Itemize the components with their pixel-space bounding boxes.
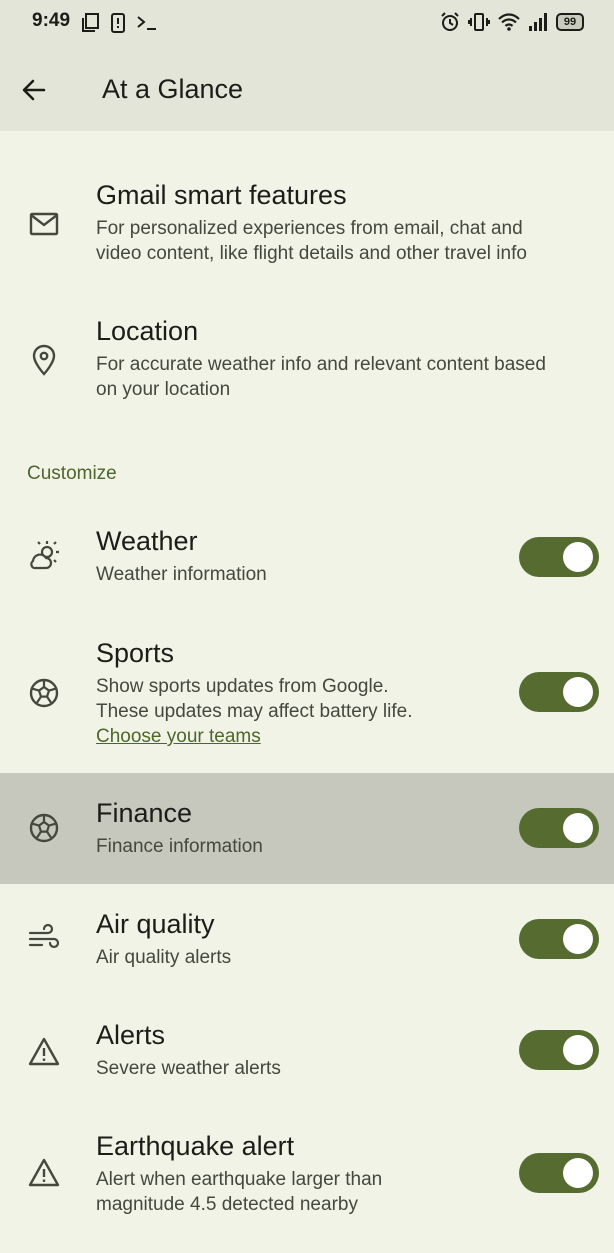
- item-subtitle: magnitude 4.5 detected nearby: [96, 1194, 358, 1215]
- weather-icon: [30, 541, 59, 570]
- item-subtitle: For accurate weather info and relevant c…: [96, 354, 546, 375]
- item-subtitle: Show sports updates from Google.: [96, 676, 389, 697]
- status-bar: 9:49 99: [0, 0, 614, 48]
- wind-icon: [28, 923, 60, 949]
- sports-item[interactable]: Sports Show sports updates from Google. …: [0, 622, 614, 762]
- toggle-knob: [563, 1158, 593, 1188]
- finance-toggle[interactable]: [519, 808, 599, 848]
- item-title: Finance: [96, 798, 193, 828]
- page-title: At a Glance: [102, 74, 244, 104]
- item-title: Weather: [96, 526, 198, 556]
- air-quality-toggle[interactable]: [519, 919, 599, 959]
- item-title: Air quality: [96, 909, 215, 939]
- item-subtitle: Alert when earthquake larger than: [96, 1169, 383, 1190]
- soccer-ball-icon: [29, 813, 59, 843]
- toggle-knob: [563, 813, 593, 843]
- mail-icon: [29, 212, 59, 236]
- back-arrow-icon[interactable]: [18, 74, 50, 106]
- item-subtitle: video content, like flight details and o…: [96, 243, 527, 264]
- status-right-icons: 99: [440, 12, 584, 32]
- item-title: Location: [96, 316, 199, 346]
- app-bar: At a Glance: [0, 48, 614, 131]
- location-pin-icon: [32, 344, 56, 376]
- item-subtitle: on your location: [96, 379, 231, 400]
- section-header-customize: Customize: [27, 463, 117, 484]
- toggle-knob: [563, 542, 593, 572]
- item-subtitle: For personalized experiences from email,…: [96, 218, 523, 239]
- status-left-icons: [82, 13, 158, 33]
- soccer-ball-icon: [29, 678, 59, 708]
- sports-toggle[interactable]: [519, 672, 599, 712]
- item-subtitle: Weather information: [96, 564, 267, 585]
- item-subtitle: Air quality alerts: [96, 947, 232, 968]
- toggle-knob: [563, 677, 593, 707]
- vibrate-icon: [468, 13, 490, 31]
- wifi-icon: [498, 13, 520, 31]
- status-time: 9:49: [32, 10, 71, 31]
- alarm-icon: [441, 12, 459, 31]
- earthquake-alert-toggle[interactable]: [519, 1153, 599, 1193]
- gmail-smart-features-item[interactable]: Gmail smart features For personalized ex…: [0, 170, 614, 280]
- battery-icon: 99: [556, 13, 584, 31]
- item-title: Earthquake alert: [96, 1131, 295, 1161]
- alerts-toggle[interactable]: [519, 1030, 599, 1070]
- terminal-icon: [137, 16, 156, 30]
- toggle-knob: [563, 924, 593, 954]
- screenshot-icon: [82, 13, 99, 32]
- item-title: Sports: [96, 638, 175, 668]
- item-title: Alerts: [96, 1020, 166, 1050]
- air-quality-item[interactable]: Air quality Air quality alerts: [0, 895, 614, 995]
- signal-icon: [529, 13, 547, 31]
- finance-item[interactable]: Finance Finance information: [0, 773, 614, 884]
- item-title: Gmail smart features: [96, 180, 347, 210]
- choose-teams-link[interactable]: Choose your teams: [96, 724, 261, 749]
- weather-item[interactable]: Weather Weather information: [0, 510, 614, 610]
- device-alert-icon: [111, 13, 125, 33]
- item-subtitle: Finance information: [96, 836, 263, 857]
- item-subtitle: These updates may affect battery life.: [96, 701, 413, 722]
- earthquake-alert-item[interactable]: Earthquake alert Alert when earthquake l…: [0, 1117, 614, 1237]
- warning-icon: [28, 1037, 60, 1066]
- weather-toggle[interactable]: [519, 537, 599, 577]
- toggle-knob: [563, 1035, 593, 1065]
- item-subtitle: Severe weather alerts: [96, 1058, 281, 1079]
- warning-icon: [28, 1158, 60, 1187]
- alerts-item[interactable]: Alerts Severe weather alerts: [0, 1006, 614, 1106]
- location-item[interactable]: Location For accurate weather info and r…: [0, 306, 614, 416]
